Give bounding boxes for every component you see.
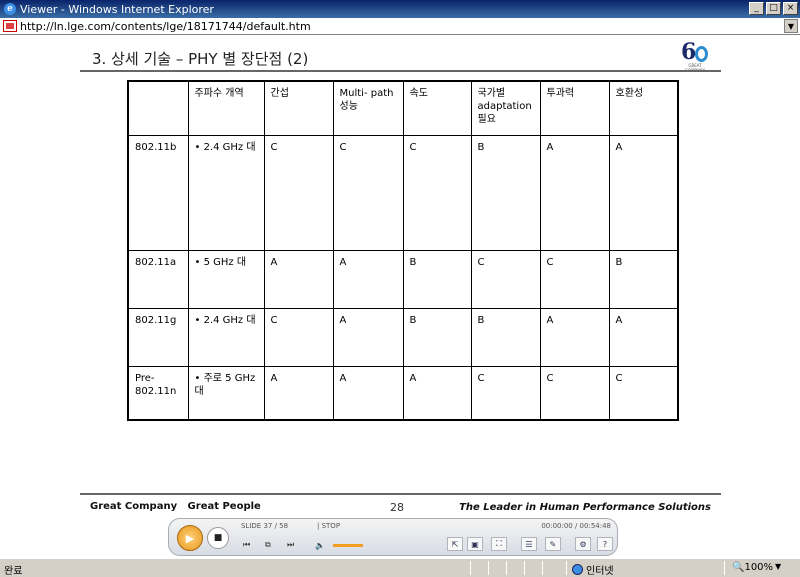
table-cell: A [332, 365, 404, 421]
table-cell: A [539, 134, 610, 251]
table-cell: C [263, 134, 334, 251]
table-cell: • 주로 5 GHz 대 [187, 365, 265, 421]
slide-counter: SLIDE 37 / 58 [241, 522, 289, 530]
maximize-button[interactable]: □ [766, 2, 781, 15]
fit-screen-icon[interactable]: ▣ [467, 537, 483, 551]
table-cell: C [470, 249, 541, 309]
table-cell: C [470, 365, 541, 421]
settings-icon[interactable]: ⚙ [575, 537, 591, 551]
table-cell: • 5 GHz 대 [187, 249, 265, 309]
slide-player: ▶ ■ SLIDE 37 / 58 | STOP 00:00:00 / 00:5… [168, 518, 618, 556]
table-cell: 802.11g [127, 307, 189, 367]
volume-slider[interactable] [333, 544, 363, 547]
security-zone[interactable]: 인터넷 [572, 562, 614, 577]
table-cell: A [608, 134, 679, 251]
table-cell: C [332, 134, 404, 251]
list-icon[interactable]: ☰ [521, 537, 537, 551]
table-cell: C [539, 365, 610, 421]
table-cell: C [608, 365, 679, 421]
zone-label: 인터넷 [586, 566, 614, 577]
address-url[interactable]: http://ln.lge.com/contents/lge/18171744/… [20, 20, 311, 33]
table-cell: A [263, 249, 334, 309]
table-header-row: 주파수 개역 간섭 Multi- path 성능 속도 국가별 adaptati… [127, 80, 679, 136]
table-cell: Pre-802.11n [127, 365, 189, 421]
close-button[interactable]: × [783, 2, 798, 15]
table-row: 802.11a • 5 GHz 대 A A B C C B [127, 249, 679, 309]
stop-button[interactable]: ■ [207, 527, 229, 549]
globe-icon [572, 564, 583, 575]
table-row: Pre-802.11n • 주로 5 GHz 대 A A A C C C [127, 365, 679, 421]
slide: 3. 상세 기술 – PHY 별 장단점 (2) 6 GREAT COMPANY… [80, 37, 721, 517]
address-bar[interactable]: http://ln.lge.com/contents/lge/18171744/… [0, 18, 800, 35]
title-divider [80, 70, 721, 72]
status-separator [542, 561, 543, 575]
table-header-cell: 주파수 개역 [187, 80, 265, 136]
window-titlebar: e Viewer - Windows Internet Explorer _ □… [0, 0, 800, 18]
pointer-icon[interactable]: ⇱ [447, 537, 463, 551]
table-cell: C [263, 307, 334, 367]
zoom-value: 100% [744, 562, 774, 573]
help-icon[interactable]: ? [597, 537, 613, 551]
zoom-level[interactable]: 🔍100% [732, 562, 773, 573]
table-row: 802.11g • 2.4 GHz 대 C A B B A A [127, 307, 679, 367]
status-separator [566, 561, 567, 575]
page-number: 28 [390, 501, 404, 514]
table-header-cell: 호환성 [608, 80, 679, 136]
volume-icon[interactable]: 🔈 [315, 539, 325, 551]
play-button[interactable]: ▶ [177, 525, 203, 551]
table-cell: A [332, 307, 404, 367]
ie-logo-icon: e [4, 3, 16, 15]
table-cell: C [402, 134, 472, 251]
note-icon[interactable]: ✎ [545, 537, 561, 551]
table-header-cell: Multi- path 성능 [332, 80, 404, 136]
status-bar: 완료 인터넷 🔍100% ▼ [0, 558, 800, 577]
table-cell: A [608, 307, 679, 367]
table-cell: A [263, 365, 334, 421]
table-cell: B [402, 249, 472, 309]
table-cell: B [608, 249, 679, 309]
lg-60-logo-icon: 6 GREAT COMPANY [679, 39, 711, 73]
fullscreen-icon[interactable]: ⛶ [491, 537, 507, 551]
window-controls: _ □ × [749, 2, 798, 15]
table-header-cell: 간섭 [263, 80, 334, 136]
table-header-cell: 투과력 [539, 80, 610, 136]
table-header-cell: 속도 [402, 80, 472, 136]
table-cell: 802.11b [127, 134, 189, 251]
status-separator [470, 561, 471, 575]
table-cell: • 2.4 GHz 대 [187, 307, 265, 367]
table-cell: • 2.4 GHz 대 [187, 134, 265, 251]
minimize-button[interactable]: _ [749, 2, 764, 15]
page-icon [3, 20, 17, 32]
phy-comparison-table: 주파수 개역 간섭 Multi- path 성능 속도 국가별 adaptati… [127, 80, 679, 421]
table-cell: 802.11a [127, 249, 189, 309]
status-separator [506, 561, 507, 575]
window-title: Viewer - Windows Internet Explorer [20, 2, 214, 16]
table-cell: A [332, 249, 404, 309]
page-content: 3. 상세 기술 – PHY 별 장단점 (2) 6 GREAT COMPANY… [0, 35, 800, 558]
table-cell: B [470, 134, 541, 251]
zoom-dropdown-icon[interactable]: ▼ [775, 562, 781, 571]
player-time: 00:00:00 / 00:54:48 [541, 522, 611, 530]
next-slide-icon[interactable]: ⏭ [287, 539, 294, 551]
slide-title: 3. 상세 기술 – PHY 별 장단점 (2) [92, 50, 309, 68]
pages-icon[interactable]: ⧉ [265, 539, 271, 551]
footer-slogan: Great Company Great People [90, 501, 261, 512]
table-header-cell: 국가별 adaptation 필요 [470, 80, 541, 136]
address-dropdown-icon[interactable]: ▼ [784, 19, 798, 33]
status-separator [488, 561, 489, 575]
footer-tagline: The Leader in Human Performance Solution… [459, 502, 711, 513]
table-cell: C [539, 249, 610, 309]
player-status: | STOP [317, 522, 341, 530]
table-row: 802.11b • 2.4 GHz 대 C C C B A A [127, 134, 679, 251]
table-cell: A [402, 365, 472, 421]
table-cell: B [402, 307, 472, 367]
status-separator [524, 561, 525, 575]
table-cell: A [539, 307, 610, 367]
previous-slide-icon[interactable]: ⏮ [243, 539, 250, 551]
footer-divider [80, 493, 721, 495]
table-cell: B [470, 307, 541, 367]
status-separator [724, 561, 725, 575]
status-text: 완료 [4, 566, 23, 577]
table-header-cell [127, 80, 189, 136]
